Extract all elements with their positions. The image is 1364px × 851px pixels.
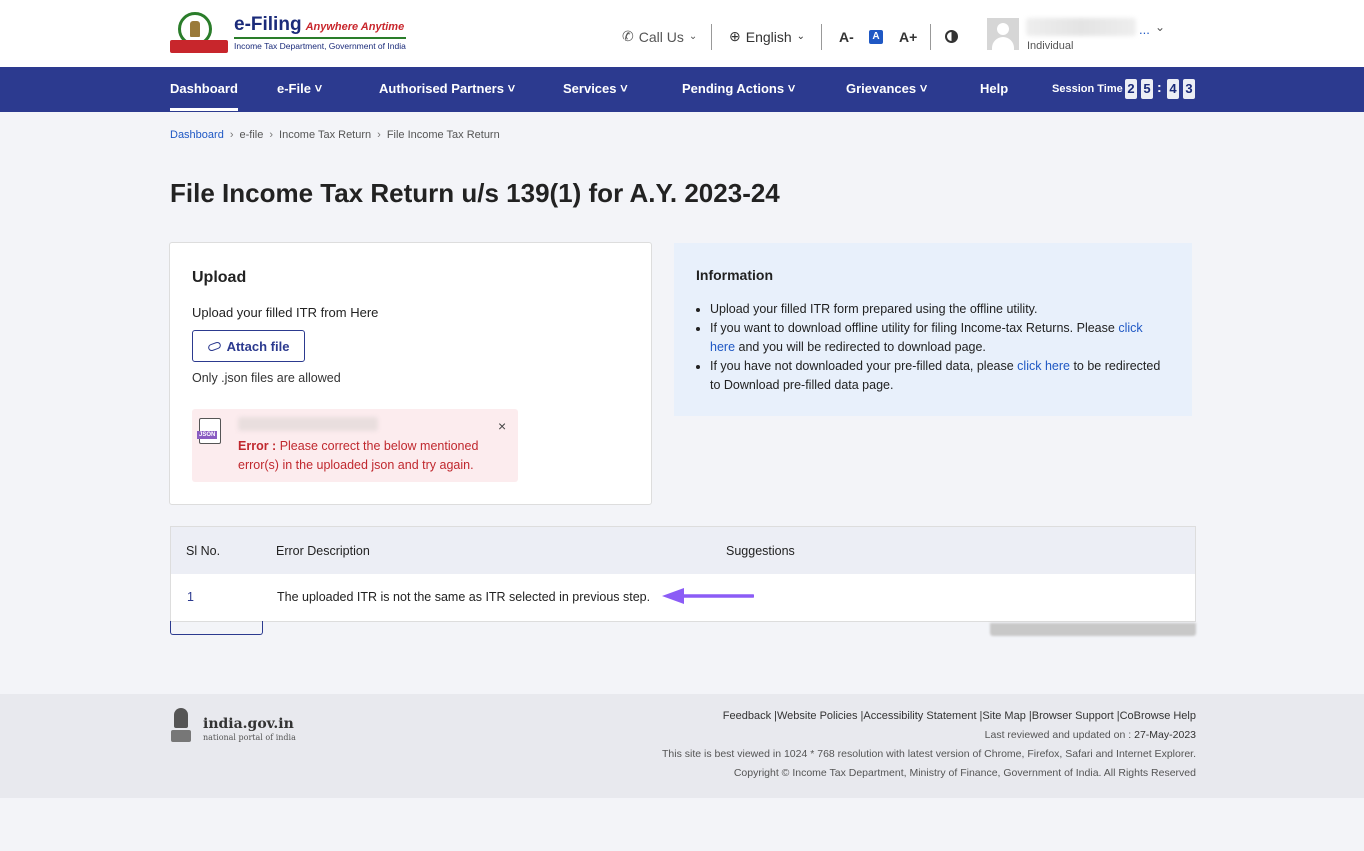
allowed-files-note: Only .json files are allowed	[192, 371, 341, 385]
font-decrease-button[interactable]: A-	[839, 29, 854, 45]
upload-card: Upload Upload your filled ITR from Here …	[169, 242, 652, 505]
nav-pending-actions[interactable]: Pending Actions ˅	[682, 81, 795, 96]
nav-efile[interactable]: e-File ˅	[277, 81, 322, 96]
partial-button[interactable]	[170, 621, 263, 635]
chevron-down-icon: ⌄	[796, 31, 806, 42]
information-list: Upload your filled ITR form prepared usi…	[710, 300, 1170, 395]
annotation-arrow-icon	[662, 588, 754, 604]
contrast-icon[interactable]	[945, 30, 958, 43]
upload-error-alert: JSON × Error : Please correct the below …	[192, 409, 518, 482]
partial-button-blurred[interactable]	[990, 623, 1196, 636]
header-error-description: Error Description	[276, 544, 370, 558]
nav-dashboard[interactable]: Dashboard	[170, 81, 238, 111]
session-digit: 2	[1125, 79, 1137, 99]
error-message: Error : Please correct the below mention…	[238, 439, 479, 472]
breadcrumb-dashboard[interactable]: Dashboard	[170, 129, 224, 141]
font-normal-button[interactable]: A	[869, 30, 883, 44]
user-name-redacted	[1026, 18, 1136, 36]
language-label: English	[745, 28, 792, 45]
last-reviewed: Last reviewed and updated on : 27-May-20…	[984, 729, 1196, 741]
call-us-label: Call Us	[638, 28, 684, 45]
info-item: Upload your filled ITR form prepared usi…	[710, 300, 1170, 319]
footer: india.gov.in national portal of india Fe…	[0, 694, 1364, 798]
efiling-logo[interactable]: e-Filing Anywhere Anytime Income Tax Depa…	[170, 10, 406, 54]
row-error-description: The uploaded ITR is not the same as ITR …	[277, 590, 651, 604]
attach-file-button[interactable]: Attach file	[192, 330, 305, 362]
chevron-right-icon: ›	[269, 129, 274, 141]
breadcrumb-current: File Income Tax Return	[386, 129, 500, 141]
info-item: If you want to download offline utility …	[710, 319, 1170, 357]
logo-subtitle: Income Tax Department, Government of Ind…	[234, 36, 406, 51]
language-selector[interactable]: ⊕ English ⌄	[729, 28, 805, 45]
paperclip-icon	[206, 340, 222, 352]
main-nav: Dashboard e-File ˅ Authorised Partners ˅…	[0, 67, 1364, 112]
chevron-right-icon: ›	[229, 129, 234, 141]
india-gov-logo[interactable]: india.gov.in	[203, 716, 294, 732]
avatar[interactable]	[987, 18, 1019, 50]
session-digit: 3	[1183, 79, 1195, 99]
attach-file-label: Attach file	[226, 338, 290, 354]
divider	[711, 24, 712, 50]
session-digit: 4	[1167, 79, 1179, 99]
header-sl-no: Sl No.	[186, 544, 221, 558]
top-header: e-Filing Anywhere Anytime Income Tax Depa…	[0, 0, 1364, 67]
national-emblem-icon	[170, 708, 192, 746]
call-us-button[interactable]: ✆ Call Us ⌄	[622, 28, 697, 45]
breadcrumb-income-tax-return[interactable]: Income Tax Return	[279, 129, 371, 141]
upload-title: Upload	[192, 269, 247, 286]
nav-services[interactable]: Services ˅	[563, 81, 628, 96]
user-role: Individual	[1027, 40, 1074, 52]
breadcrumb: Dashboard › e-file › Income Tax Return ›…	[170, 129, 500, 141]
file-name-redacted	[238, 417, 378, 431]
resolution-note: This site is best viewed in 1024 * 768 r…	[661, 748, 1196, 760]
upload-subtitle: Upload your filled ITR from Here	[192, 305, 379, 320]
session-digit: 5	[1141, 79, 1153, 99]
phone-icon: ✆	[622, 28, 634, 44]
divider	[821, 24, 822, 50]
globe-icon: ⊕	[729, 28, 741, 44]
chevron-right-icon: ›	[377, 129, 381, 141]
header-suggestions: Suggestions	[726, 544, 795, 558]
info-item: If you have not downloaded your pre-fill…	[710, 357, 1170, 395]
information-title: Information	[696, 267, 773, 283]
divider	[930, 24, 931, 50]
page-title: File Income Tax Return u/s 139(1) for A.…	[170, 178, 780, 208]
nav-authorised-partners[interactable]: Authorised Partners ˅	[379, 81, 515, 96]
close-icon[interactable]: ×	[498, 418, 506, 434]
breadcrumb-efile[interactable]: e-file	[240, 129, 264, 141]
row-sl-no: 1	[187, 590, 194, 604]
information-panel: Information Upload your filled ITR form …	[674, 243, 1192, 416]
nav-help[interactable]: Help	[980, 81, 1008, 96]
table-header: Sl No. Error Description Suggestions	[171, 527, 1195, 574]
json-file-icon: JSON	[197, 418, 221, 444]
footer-links[interactable]: Feedback |Website Policies |Accessibilit…	[723, 710, 1196, 722]
emblem-icon	[170, 10, 228, 54]
user-name-ellipsis: ...	[1139, 22, 1150, 37]
font-increase-button[interactable]: A+	[899, 29, 917, 45]
session-colon: :	[1157, 79, 1162, 95]
session-time-label: Session Time	[1052, 83, 1123, 95]
nav-grievances[interactable]: Grievances ˅	[846, 81, 927, 96]
logo-title: e-Filing	[234, 13, 302, 35]
logo-tagline: Anywhere Anytime	[305, 20, 405, 33]
india-gov-subtitle: national portal of india	[203, 733, 296, 742]
chevron-down-icon[interactable]: ⌄	[1155, 20, 1165, 34]
copyright: Copyright © Income Tax Department, Minis…	[733, 767, 1196, 779]
chevron-down-icon: ⌄	[688, 31, 698, 42]
prefilled-data-link[interactable]: click here	[1017, 359, 1070, 373]
